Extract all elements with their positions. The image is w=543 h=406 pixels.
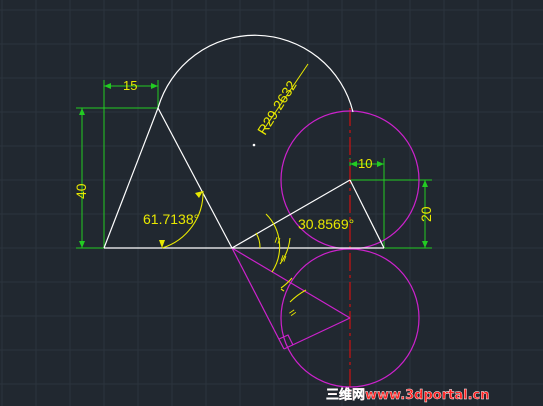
background-grid — [0, 0, 543, 406]
left-slant — [103, 107, 159, 249]
right-width-label: 10 — [358, 156, 372, 171]
top-width-label: 15 — [123, 78, 137, 93]
right-height-label: 20 — [418, 206, 434, 222]
big-arc — [157, 34, 354, 113]
watermark-text: 三维网www.3dportal.cn — [326, 387, 489, 403]
cad-drawing-canvas: 15 40 R29.2632 10 20 61.7138° 30.8569° =… — [0, 0, 543, 406]
right-angle-label: 30.8569° — [298, 216, 354, 232]
left-angle-label: 61.7138° — [143, 211, 199, 227]
radius-label: R29.2632 — [254, 77, 300, 137]
radius-to-tangent — [283, 317, 351, 350]
center-point — [252, 143, 256, 147]
equal-mark-2: = — [276, 253, 292, 264]
equal-mark-3: = — [286, 305, 300, 320]
inner-slant — [157, 107, 233, 249]
equal-mark-1: = — [270, 235, 286, 246]
height-label: 40 — [73, 183, 89, 199]
construction-geometry — [231, 110, 420, 388]
